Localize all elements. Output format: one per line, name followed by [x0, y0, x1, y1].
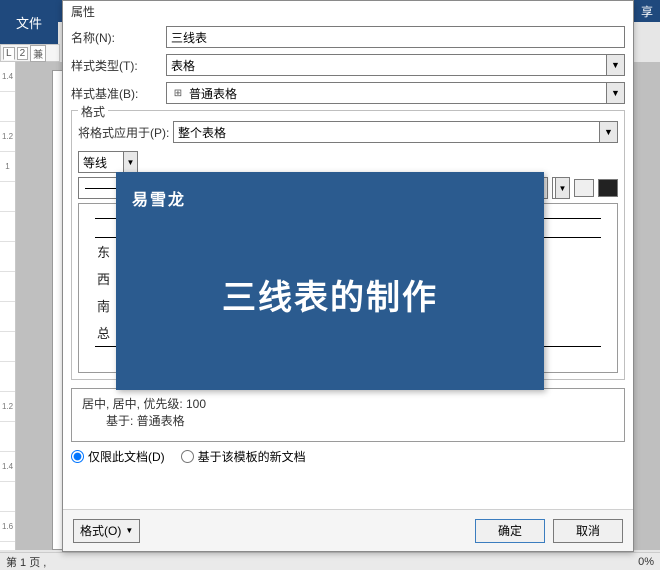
status-bar: 第 1 页 , 0% — [0, 552, 660, 570]
chevron-down-icon: ▼ — [606, 83, 624, 103]
status-zoom: 0% — [638, 556, 654, 568]
vertical-ruler: 1.41.21 1.21.41.6 — [0, 62, 16, 550]
style-type-label: 样式类型(T): — [71, 57, 166, 74]
fill-swatch[interactable] — [574, 179, 594, 197]
cancel-button[interactable]: 取消 — [553, 519, 623, 543]
tab-3[interactable]: 兼 — [30, 45, 46, 62]
chevron-down-icon: ▼ — [555, 178, 569, 198]
format-legend: 格式 — [78, 103, 108, 120]
chevron-down-icon: ▼ — [606, 55, 624, 75]
overlay-title: 三线表的制作 — [116, 270, 544, 319]
overlay-banner: 易雪龙 三线表的制作 — [116, 172, 544, 390]
radio-this-doc[interactable]: 仅限此文档(D) — [71, 448, 165, 465]
share-button[interactable]: 享 — [634, 0, 660, 22]
tab-2[interactable]: 2 — [17, 47, 29, 60]
scope-radios: 仅限此文档(D) 基于该模板的新文档 — [71, 448, 625, 465]
font-combo[interactable]: 等线▼ — [78, 151, 138, 173]
name-input[interactable] — [166, 26, 625, 48]
file-menu[interactable]: 文件 — [0, 0, 58, 44]
doc-tabs: L 2 兼 — [0, 44, 60, 62]
font-toolbar: 等线▼ — [78, 151, 618, 173]
chevron-down-icon: ▼ — [125, 526, 133, 535]
overlay-logo: 易雪龙 — [116, 172, 544, 210]
fill-swatch-dark[interactable] — [598, 179, 618, 197]
style-type-combo[interactable]: 表格 ▼ — [166, 54, 625, 76]
radio-template[interactable]: 基于该模板的新文档 — [181, 448, 306, 465]
chevron-down-icon: ▼ — [599, 122, 617, 142]
based-on-combo[interactable]: ⊞ 普通表格 ▼ — [166, 82, 625, 104]
name-label: 名称(N): — [71, 29, 166, 46]
table-icon: ⊞ — [171, 88, 185, 99]
border-button[interactable]: ▼ — [552, 177, 570, 199]
chevron-down-icon: ▼ — [123, 152, 137, 172]
ok-button[interactable]: 确定 — [475, 519, 545, 543]
status-page: 第 1 页 , — [6, 554, 46, 570]
based-on-value: 普通表格 — [189, 85, 237, 102]
based-on-label: 样式基准(B): — [71, 85, 166, 102]
apply-to-value: 整个表格 — [178, 124, 226, 141]
style-description: 居中, 居中, 优先级: 100 基于: 普通表格 — [71, 388, 625, 442]
apply-to-label: 将格式应用于(P): — [78, 124, 173, 141]
format-menu-button[interactable]: 格式(O)▼ — [73, 519, 140, 543]
apply-to-combo[interactable]: 整个表格 ▼ — [173, 121, 618, 143]
dialog-footer: 格式(O)▼ 确定 取消 — [63, 509, 633, 551]
tab-1[interactable]: L — [3, 47, 15, 60]
props-heading: 属性 — [71, 3, 625, 20]
style-type-value: 表格 — [171, 57, 195, 74]
